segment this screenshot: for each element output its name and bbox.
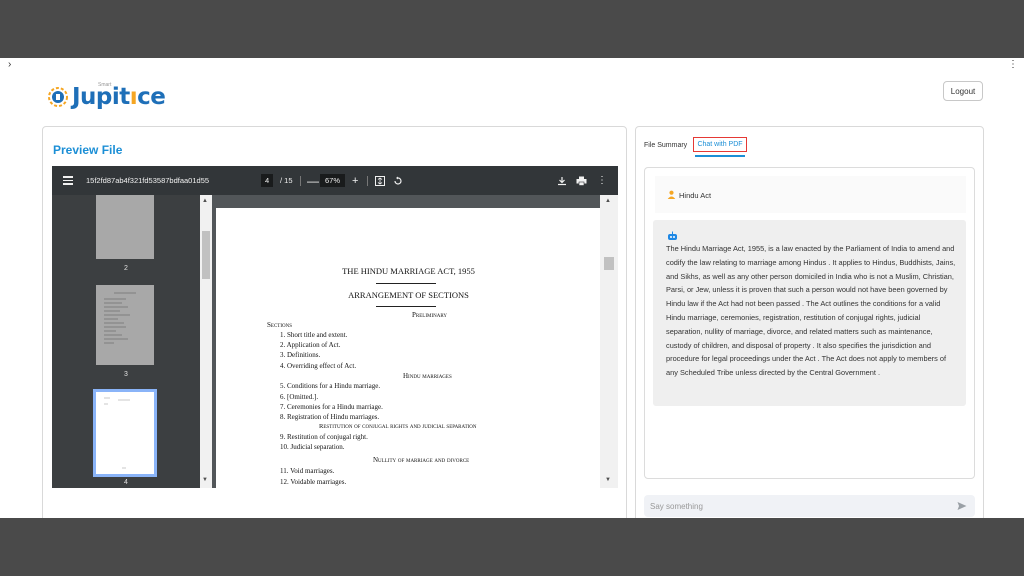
doc-heading: Restitution of conjugal rights and judic…: [319, 423, 477, 430]
pdf-sidebar-toggle-icon[interactable]: [62, 166, 74, 195]
chat-input[interactable]: [644, 495, 975, 517]
logout-button[interactable]: Logout: [943, 81, 983, 101]
preview-panel: Preview File 15f2fd87ab4f321fd53587bdfaa…: [42, 126, 627, 518]
thumbnail-scrollbar-thumb[interactable]: [202, 231, 210, 279]
doc-item: 6. [Omitted.].: [280, 393, 319, 401]
doc-item: 3. Definitions.: [280, 351, 321, 359]
zoom-out-button[interactable]: —: [307, 166, 319, 195]
thumbnail-page-3[interactable]: [96, 285, 154, 365]
thumbnail-pane: 2 3 4: [52, 195, 212, 488]
doc-item: 12. Voidable marriages.: [280, 478, 347, 486]
page-total: / 15: [280, 176, 293, 185]
scroll-up-icon[interactable]: ▲: [605, 198, 611, 204]
preview-title: Preview File: [53, 143, 123, 157]
scroll-up-icon[interactable]: ▲: [202, 198, 208, 204]
thumbnail-scrollbar[interactable]: ▲ ▼: [200, 195, 212, 488]
user-avatar-icon: [667, 190, 676, 199]
chat-history: Hindu Act The Hindu Marriage Act, 1955, …: [644, 167, 975, 479]
doc-item: 4. Overriding effect of Act.: [280, 362, 357, 370]
thumbnail-page-2[interactable]: [96, 195, 154, 259]
logo-gear-icon: [48, 87, 68, 107]
more-options-icon[interactable]: ⋮: [597, 166, 607, 195]
pdf-filename: 15f2fd87ab4f321fd53587bdfaa01d55: [86, 176, 210, 185]
assistant-message: The Hindu Marriage Act, 1955, is a law e…: [653, 220, 966, 406]
scroll-down-icon[interactable]: ▼: [605, 477, 611, 483]
page-number-input[interactable]: 4: [261, 166, 274, 195]
zoom-value: 67%: [320, 174, 346, 187]
app-page: › ⋮ Jupitıce Smart Logout Preview File 1…: [0, 58, 1024, 518]
print-icon[interactable]: [576, 166, 587, 195]
document-area: THE HINDU MARRIAGE ACT, 1955 ARRANGEMENT…: [212, 195, 618, 488]
scroll-down-icon[interactable]: ▼: [202, 477, 208, 483]
pdf-viewer: 15f2fd87ab4f321fd53587bdfaa01d55 4 / 15 …: [52, 166, 618, 488]
document-page: THE HINDU MARRIAGE ACT, 1955 ARRANGEMENT…: [216, 208, 601, 488]
sidebar-expand-icon[interactable]: ›: [8, 59, 11, 70]
thumbnail-label: 4: [124, 479, 128, 486]
user-message-text: Hindu Act: [679, 191, 712, 200]
tab-file-summary[interactable]: File Summary: [644, 142, 687, 149]
doc-item: 7. Ceremonies for a Hindu marriage.: [280, 403, 383, 411]
document-scrollbar-thumb[interactable]: [604, 257, 614, 270]
thumbnail-page-4[interactable]: [93, 389, 157, 477]
doc-item: 1. Short title and extent.: [280, 331, 348, 339]
pdf-toolbar: 15f2fd87ab4f321fd53587bdfaa01d55 4 / 15 …: [52, 166, 618, 195]
document-scrollbar[interactable]: ▲ ▼: [600, 195, 618, 488]
doc-item: 2. Application of Act.: [280, 341, 341, 349]
subtitle-divider: [376, 306, 436, 307]
doc-heading: Nullity of marriage and divorce: [373, 456, 470, 464]
send-icon[interactable]: [957, 501, 967, 511]
logo-subtext: Smart: [98, 82, 112, 88]
chat-panel: File Summary Chat with PDF Hindu Act The…: [635, 126, 984, 518]
doc-item: 8. Registration of Hindu marriages.: [280, 413, 380, 421]
zoom-in-button[interactable]: +: [352, 166, 358, 195]
zoom-input[interactable]: 67%: [320, 166, 346, 195]
rotate-icon[interactable]: [393, 166, 403, 195]
page-number-value: 4: [261, 174, 274, 187]
title-divider: [376, 283, 436, 284]
doc-item: 10. Judicial separation.: [280, 443, 345, 451]
fit-page-icon[interactable]: [375, 166, 385, 195]
doc-item: 9. Restitution of conjugal right.: [280, 433, 368, 441]
doc-item: 5. Conditions for a Hindu marriage.: [280, 382, 381, 390]
app-menu-icon[interactable]: ⋮: [1008, 59, 1018, 70]
user-message: Hindu Act: [655, 176, 966, 213]
thumbnail-label: 2: [124, 265, 128, 272]
download-icon[interactable]: [557, 166, 567, 195]
doc-heading: Preliminary: [412, 311, 448, 319]
assistant-message-text: The Hindu Marriage Act, 1955, is a law e…: [666, 244, 956, 378]
tab-chat-with-pdf[interactable]: Chat with PDF: [693, 137, 747, 152]
doc-item: 11. Void marriages.: [280, 467, 335, 475]
thumbnail-label: 3: [124, 371, 128, 378]
logo-text: Jupitıce: [72, 84, 166, 110]
doc-heading: Hindu marriages: [403, 372, 452, 380]
doc-label: Sections: [267, 321, 293, 329]
active-tab-indicator: [695, 155, 745, 157]
bot-avatar-icon: [668, 231, 677, 240]
document-subtitle: ARRANGEMENT OF SECTIONS: [348, 290, 469, 300]
document-title: THE HINDU MARRIAGE ACT, 1955: [342, 266, 475, 276]
